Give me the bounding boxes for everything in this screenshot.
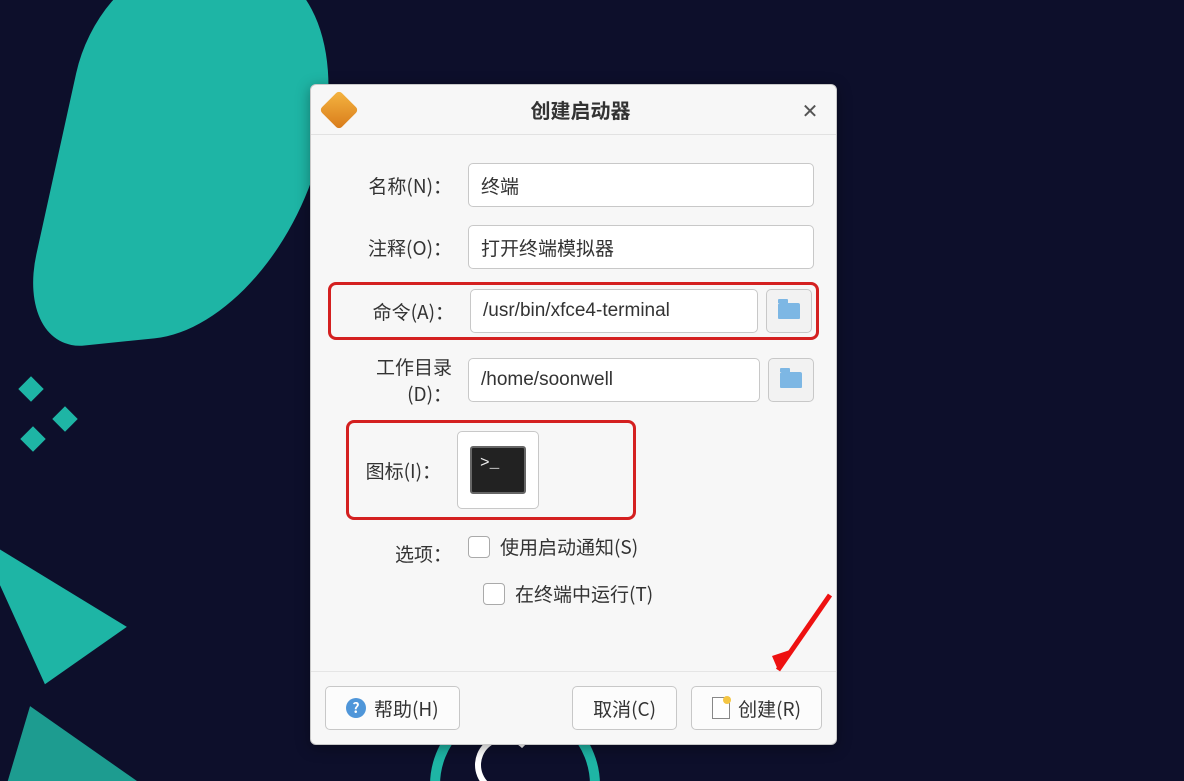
run-in-terminal-label: 在终端中运行(T) xyxy=(515,580,653,607)
folder-icon xyxy=(778,303,800,319)
startup-notify-label: 使用启动通知(S) xyxy=(500,533,638,560)
checkbox-row-run-in-terminal: 在终端中运行(T) xyxy=(483,580,814,607)
label-workdir: 工作目录(D)： xyxy=(333,353,468,407)
command-input[interactable] xyxy=(470,289,758,333)
name-input[interactable] xyxy=(468,163,814,207)
terminal-icon xyxy=(470,446,526,494)
create-button[interactable]: 创建(R) xyxy=(691,686,822,730)
row-icon: 图标(I)： xyxy=(351,425,631,515)
icon-chooser-button[interactable] xyxy=(457,431,539,509)
label-comment: 注释(O)： xyxy=(333,234,468,261)
label-name: 名称(N)： xyxy=(333,172,468,199)
workdir-browse-button[interactable] xyxy=(768,358,814,402)
label-options: 选项： xyxy=(333,540,468,567)
checkbox-row-startup-notify: 使用启动通知(S) xyxy=(468,533,638,560)
command-browse-button[interactable] xyxy=(766,289,812,333)
help-icon: ? xyxy=(346,698,366,718)
decorative-shape xyxy=(0,685,169,781)
cancel-button[interactable]: 取消(C) xyxy=(572,686,677,730)
label-icon: 图标(I)： xyxy=(357,457,457,484)
startup-notify-checkbox[interactable] xyxy=(468,536,490,558)
folder-icon xyxy=(780,372,802,388)
desktop-background: 创建启动器 ✕ 名称(N)： 注释(O)： 命令(A)： xyxy=(0,0,1184,781)
help-button-label: 帮助(H) xyxy=(374,695,439,722)
run-in-terminal-checkbox[interactable] xyxy=(483,583,505,605)
workdir-input[interactable] xyxy=(468,358,760,402)
row-name: 名称(N)： xyxy=(333,163,814,207)
comment-input[interactable] xyxy=(468,225,814,269)
help-button[interactable]: ? 帮助(H) xyxy=(325,686,460,730)
launcher-app-icon xyxy=(319,90,359,130)
dialog-titlebar: 创建启动器 ✕ xyxy=(311,85,836,135)
decorative-shape xyxy=(20,426,45,451)
close-icon[interactable]: ✕ xyxy=(798,98,822,122)
label-command: 命令(A)： xyxy=(335,298,470,325)
decorative-shape xyxy=(52,406,77,431)
row-workdir: 工作目录(D)： xyxy=(333,353,814,407)
decorative-shape xyxy=(18,376,43,401)
create-launcher-dialog: 创建启动器 ✕ 名称(N)： 注释(O)： 命令(A)： xyxy=(310,84,837,745)
new-document-icon xyxy=(712,697,730,719)
dialog-title: 创建启动器 xyxy=(363,95,798,124)
decorative-shape xyxy=(0,496,127,684)
row-options: 选项： 使用启动通知(S) xyxy=(333,533,814,574)
row-command: 命令(A)： xyxy=(333,287,814,335)
row-comment: 注释(O)： xyxy=(333,225,814,269)
form-area: 名称(N)： 注释(O)： 命令(A)： xyxy=(311,135,836,671)
create-button-label: 创建(R) xyxy=(738,695,801,722)
dialog-button-bar: ? 帮助(H) 取消(C) 创建(R) xyxy=(311,671,836,744)
cancel-button-label: 取消(C) xyxy=(593,695,656,722)
